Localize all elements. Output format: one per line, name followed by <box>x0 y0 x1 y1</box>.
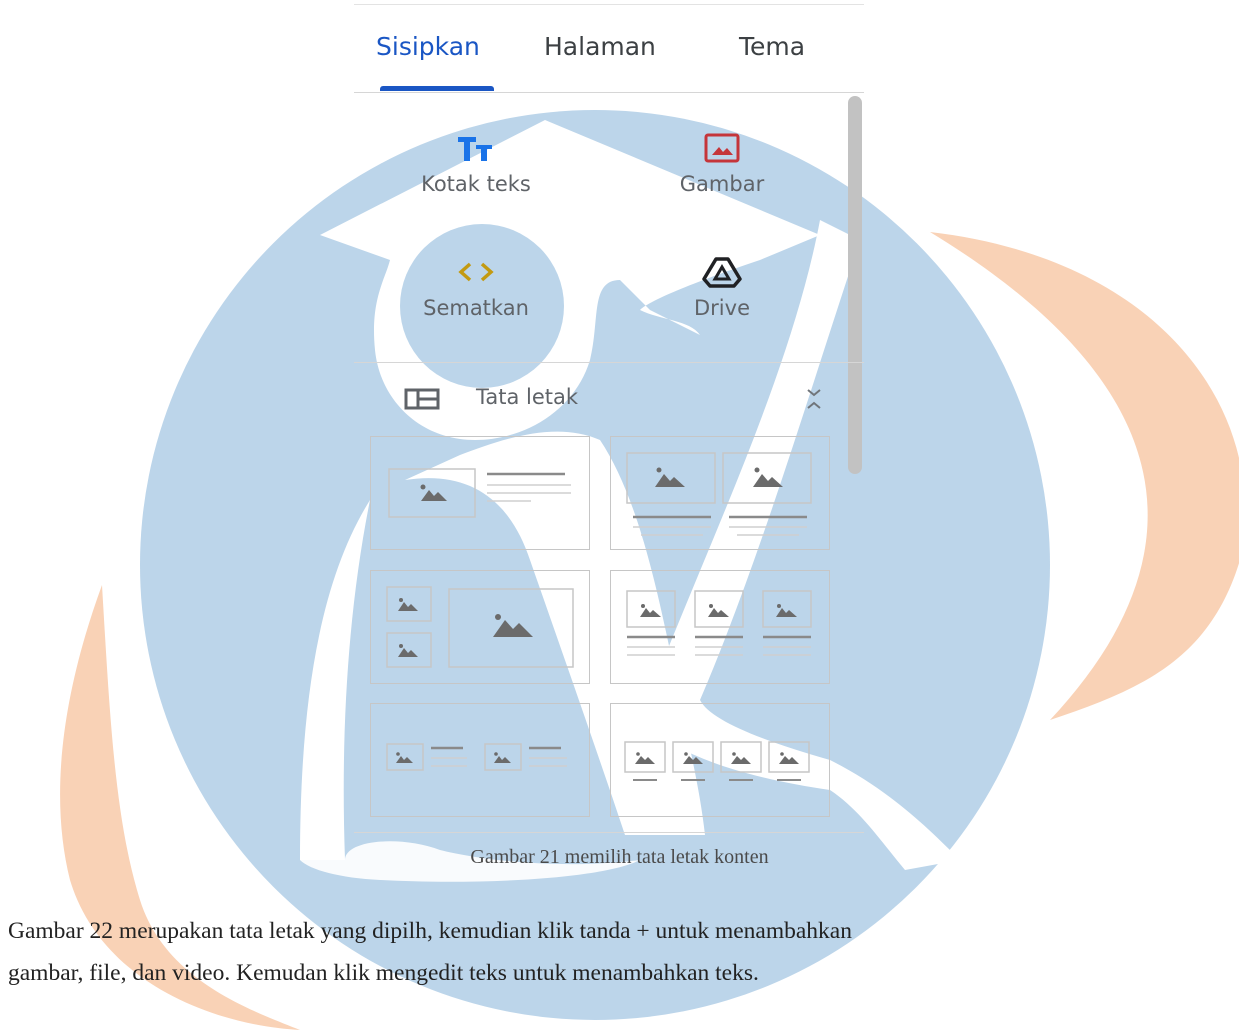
layout-option-2[interactable] <box>610 436 830 550</box>
insert-embed-button[interactable]: Sematkan <box>376 252 576 352</box>
layout-3-preview-icon <box>386 586 574 668</box>
collapse-chevron-icon[interactable] <box>804 386 824 417</box>
embed-code-icon <box>456 252 496 292</box>
panel-bottom-divider <box>354 832 864 833</box>
layout-6-preview-icon <box>624 741 810 781</box>
tab-halaman[interactable]: Halaman <box>544 32 656 61</box>
body-paragraph: Gambar 22 merupakan tata letak yang dipi… <box>8 910 1228 994</box>
layout-4-preview-icon <box>626 590 812 656</box>
tab-tema[interactable]: Tema <box>739 32 805 61</box>
insert-drive-label: Drive <box>694 296 750 320</box>
insert-drive-button[interactable]: Drive <box>622 252 822 352</box>
layout-icon <box>404 388 440 415</box>
layouts-section-label[interactable]: Tata letak <box>476 385 578 409</box>
tab-divider <box>354 92 864 93</box>
insert-embed-label: Sematkan <box>423 296 529 320</box>
layout-5-preview-icon <box>386 743 567 771</box>
watermark-orange-arc-right <box>930 232 1239 720</box>
insert-image-label: Gambar <box>679 172 765 196</box>
insert-text-box-button[interactable]: Kotak teks <box>376 128 576 228</box>
section-divider <box>354 362 864 363</box>
layout-option-3[interactable] <box>370 570 590 684</box>
scrollbar-thumb[interactable] <box>848 96 862 474</box>
layout-1-preview-icon <box>388 468 571 518</box>
layout-option-1[interactable] <box>370 436 590 550</box>
text-box-icon <box>456 128 496 168</box>
insert-image-button[interactable]: Gambar <box>622 128 822 228</box>
tab-sisipkan[interactable]: Sisipkan <box>376 32 480 61</box>
layout-option-5[interactable] <box>370 703 590 817</box>
active-tab-indicator <box>380 86 494 91</box>
layout-option-6[interactable] <box>610 703 830 817</box>
drive-icon <box>702 252 742 292</box>
layout-option-4[interactable] <box>610 570 830 684</box>
figure-caption: Gambar 21 memilih tata letak konten <box>470 846 769 868</box>
paragraph-line-1: Gambar 22 merupakan tata letak yang dipi… <box>8 918 852 944</box>
image-icon <box>702 128 742 168</box>
panel-top-divider <box>354 4 864 5</box>
paragraph-line-2: gambar, file, dan video. Kemudan klik me… <box>8 960 759 986</box>
insert-text-box-label: Kotak teks <box>421 172 531 196</box>
insert-panel: Sisipkan Halaman Tema Kotak teks Gambar <box>354 0 866 835</box>
layout-2-preview-icon <box>626 452 812 536</box>
